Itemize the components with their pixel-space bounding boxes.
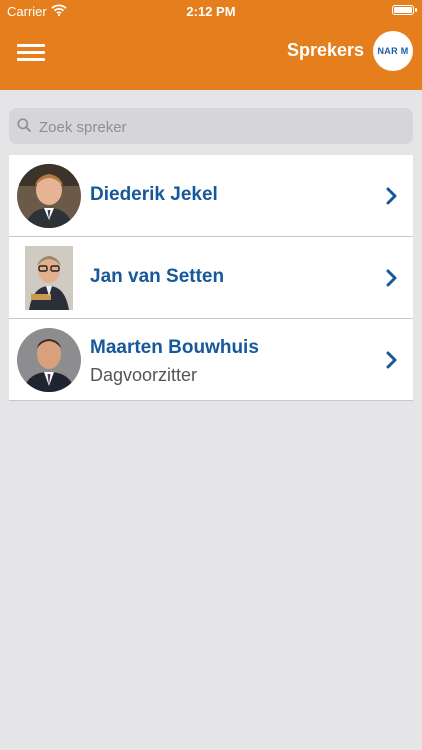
speaker-role: Dagvoorzitter <box>90 365 198 385</box>
clock: 2:12 PM <box>186 4 236 19</box>
page-title: Sprekers <box>286 40 364 60</box>
narim-logo: NAR M <box>373 31 413 71</box>
logo-text: NAR M <box>377 46 409 56</box>
speaker-name: Maarten Bouwhuis <box>90 337 259 358</box>
search-bar[interactable] <box>9 108 413 146</box>
search-input[interactable] <box>37 108 411 146</box>
speaker-name: Diederik Jekel <box>90 184 218 205</box>
avatar <box>17 328 81 392</box>
chevron-right-icon <box>385 186 399 206</box>
battery-icon <box>392 5 417 15</box>
speaker-row-maarten-bouwhuis[interactable]: Maarten Bouwhuis Dagvoorzitter <box>9 319 413 401</box>
speaker-list: Diederik Jekel Jan van Setten Maarten Bo… <box>9 155 413 401</box>
avatar <box>17 164 81 228</box>
nav-header: Carrier 2:12 PM Sprekers NAR M <box>0 0 422 90</box>
chevron-right-icon <box>385 268 399 288</box>
speaker-row-jan-van-setten[interactable]: Jan van Setten <box>9 237 413 319</box>
speaker-row-diederik-jekel[interactable]: Diederik Jekel <box>9 155 413 237</box>
status-bar: Carrier 2:12 PM <box>0 0 422 22</box>
menu-button[interactable] <box>17 40 47 64</box>
search-icon <box>17 118 31 132</box>
chevron-right-icon <box>385 350 399 370</box>
speaker-name: Jan van Setten <box>90 266 225 287</box>
avatar <box>25 246 73 310</box>
